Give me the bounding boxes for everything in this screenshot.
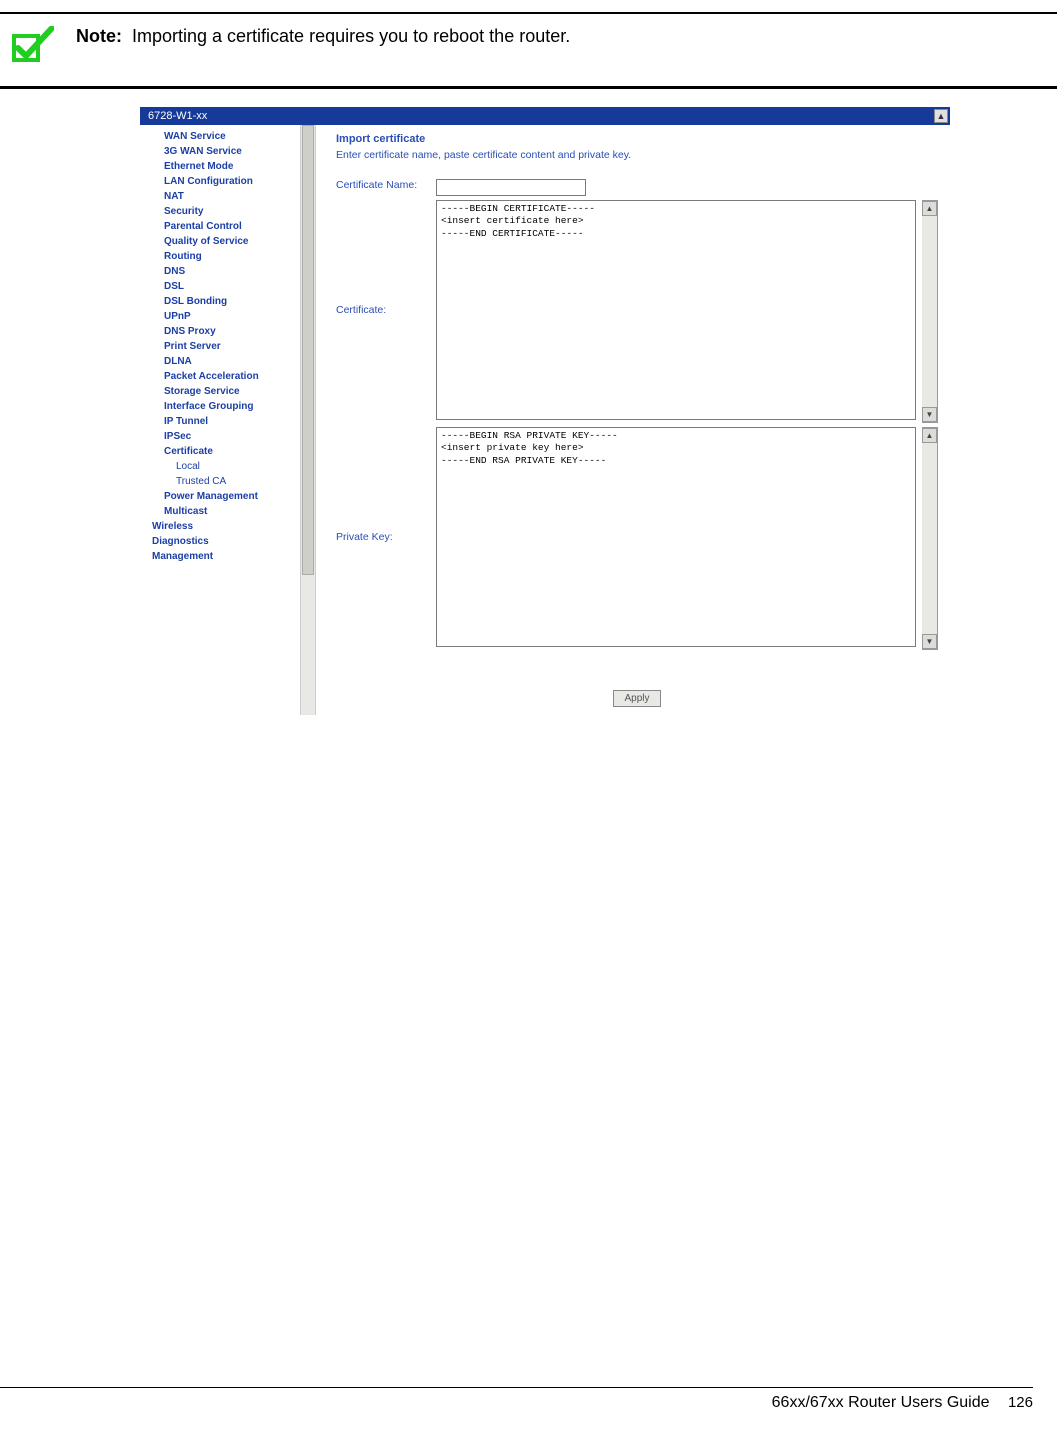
apply-button[interactable]: Apply [613, 690, 660, 707]
nav-sidebar: WAN Service3G WAN ServiceEthernet ModeLA… [140, 125, 300, 715]
sidebar-item[interactable]: Security [164, 204, 298, 219]
sidebar-item[interactable]: Power Management [164, 489, 298, 504]
sidebar-item[interactable]: Quality of Service [164, 234, 298, 249]
sidebar-item[interactable]: Multicast [164, 504, 298, 519]
scroll-down-icon[interactable]: ▼ [922, 634, 937, 649]
sidebar-item[interactable]: Parental Control [164, 219, 298, 234]
scroll-up-icon[interactable]: ▲ [934, 109, 948, 123]
page-footer: 66xx/67xx Router Users Guide 126 [0, 1387, 1033, 1412]
sidebar-item[interactable]: Certificate [164, 444, 298, 459]
sidebar-item[interactable]: Trusted CA [164, 474, 298, 489]
sidebar-item[interactable]: DSL Bonding [164, 294, 298, 309]
sidebar-item[interactable]: DLNA [164, 354, 298, 369]
sidebar-item[interactable]: IP Tunnel [164, 414, 298, 429]
cert-name-input[interactable] [436, 179, 586, 196]
sidebar-item[interactable]: LAN Configuration [164, 174, 298, 189]
note-block: Note: Importing a certificate requires y… [0, 22, 1057, 76]
scroll-up-icon[interactable]: ▲ [922, 428, 937, 443]
scroll-down-icon[interactable]: ▼ [922, 407, 937, 422]
sidebar-item[interactable]: Interface Grouping [164, 399, 298, 414]
note-text: Importing a certificate requires you to … [132, 26, 570, 47]
footer-guide-title: 66xx/67xx Router Users Guide [772, 1394, 990, 1411]
sidebar-item[interactable]: Management [152, 549, 298, 564]
certificate-textarea[interactable] [436, 200, 916, 420]
sidebar-item[interactable]: Local [164, 459, 298, 474]
window-titlebar: 6728-W1-xx ▲ [140, 107, 950, 125]
sidebar-item[interactable]: DNS Proxy [164, 324, 298, 339]
sidebar-item[interactable]: Diagnostics [152, 534, 298, 549]
sidebar-item[interactable]: WAN Service [164, 129, 298, 144]
sidebar-item[interactable]: DSL [164, 279, 298, 294]
page-heading: Import certificate [336, 133, 938, 145]
certificate-label: Certificate: [336, 200, 436, 420]
sidebar-item[interactable]: Routing [164, 249, 298, 264]
sidebar-item[interactable]: 3G WAN Service [164, 144, 298, 159]
footer-page-number: 126 [1008, 1394, 1033, 1411]
router-admin-screenshot: 6728-W1-xx ▲ WAN Service3G WAN ServiceEt… [140, 107, 950, 715]
private-key-textarea[interactable] [436, 427, 916, 647]
sidebar-item[interactable]: DNS [164, 264, 298, 279]
checkmark-icon [12, 26, 54, 64]
sidebar-item[interactable]: Packet Acceleration [164, 369, 298, 384]
sidebar-item[interactable]: UPnP [164, 309, 298, 324]
cert-name-label: Certificate Name: [336, 179, 436, 191]
page-description: Enter certificate name, paste certificat… [336, 149, 938, 161]
main-content: Import certificate Enter certificate nam… [316, 125, 950, 715]
private-key-label: Private Key: [336, 427, 436, 647]
sidebar-item[interactable]: Ethernet Mode [164, 159, 298, 174]
sidebar-item[interactable]: Wireless [152, 519, 298, 534]
textarea-scrollbar[interactable]: ▲ ▼ [922, 200, 938, 423]
sidebar-item[interactable]: IPSec [164, 429, 298, 444]
sidebar-item[interactable]: Storage Service [164, 384, 298, 399]
textarea-scrollbar[interactable]: ▲ ▼ [922, 427, 938, 650]
sidebar-item[interactable]: NAT [164, 189, 298, 204]
sidebar-item[interactable]: Print Server [164, 339, 298, 354]
window-title: 6728-W1-xx [148, 110, 207, 122]
sidebar-scrollbar[interactable] [300, 125, 316, 715]
note-label: Note: [76, 26, 122, 47]
scroll-up-icon[interactable]: ▲ [922, 201, 937, 216]
